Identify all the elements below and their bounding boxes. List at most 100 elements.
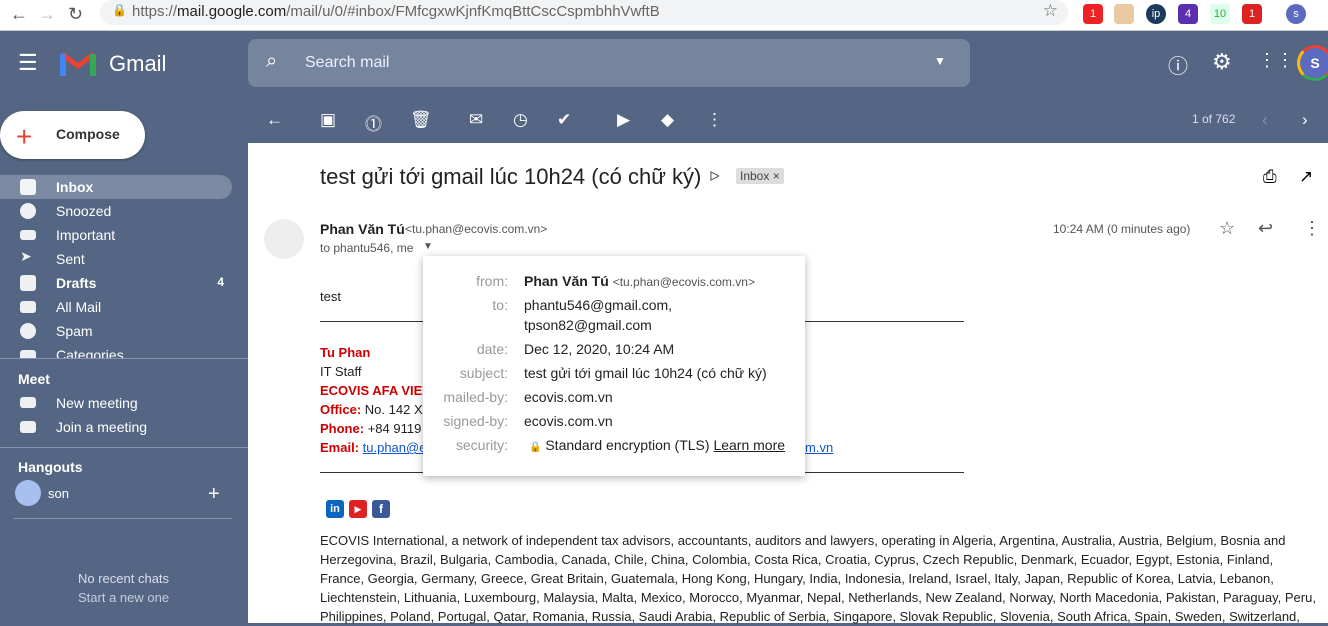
forward-icon[interactable]: →: [38, 4, 56, 25]
start-chat-link[interactable]: Start a new one: [78, 590, 169, 605]
add-task-icon[interactable]: ✔: [557, 110, 571, 130]
detail-mailed-by: ecovis.com.vn: [524, 389, 613, 405]
email-time: 10:24 AM (0 minutes ago): [1053, 222, 1191, 236]
extension-icon[interactable]: 4: [1178, 4, 1198, 24]
sidebar-item-snoozed[interactable]: Snoozed: [0, 199, 232, 223]
label-icon[interactable]: ◆: [661, 110, 674, 130]
sidebar-item-important[interactable]: Important: [0, 223, 232, 247]
gmail-logo[interactable]: [60, 50, 96, 76]
extension-icon[interactable]: [1114, 4, 1134, 24]
pager-text: 1 of 762: [1192, 112, 1236, 126]
email-footer-text: ECOVIS International, a network of indep…: [320, 533, 1316, 624]
mark-unread-icon[interactable]: ✉: [469, 110, 483, 130]
search-input[interactable]: ⌕ Search mail ▼: [248, 39, 970, 87]
back-icon[interactable]: ←: [10, 4, 28, 25]
sidebar-item-spam[interactable]: Spam: [0, 319, 232, 343]
star-icon[interactable]: ☆: [1219, 218, 1235, 239]
recipients-line: to phantu546, me: [320, 241, 414, 255]
account-avatar[interactable]: S: [1297, 45, 1328, 81]
detail-key: signed-by:: [443, 413, 508, 429]
url-path: /mail/u/0/#inbox/FMfcgxwKjnfKmqBttCscCsp…: [286, 3, 660, 20]
spam-icon: [20, 323, 36, 339]
newer-icon[interactable]: ‹: [1262, 110, 1268, 130]
extension-icon[interactable]: ip: [1146, 4, 1166, 24]
detail-key: from:: [476, 273, 508, 289]
detail-date: Dec 12, 2020, 10:24 AM: [524, 341, 675, 357]
linkedin-icon[interactable]: in: [326, 500, 344, 518]
label-icon: [20, 350, 36, 358]
ext-badge: 1: [1089, 8, 1097, 20]
extension-icon[interactable]: 1: [1083, 4, 1103, 24]
older-icon[interactable]: ›: [1302, 110, 1308, 130]
detail-key: security:: [455, 437, 508, 453]
sig-title: IT Staff: [320, 364, 362, 379]
divider: [0, 358, 248, 359]
search-placeholder: Search mail: [305, 54, 390, 71]
detail-key: mailed-by:: [443, 389, 508, 405]
ext-badge: 10: [1213, 8, 1227, 20]
facebook-icon[interactable]: f: [372, 500, 390, 518]
compose-button[interactable]: + Compose: [0, 111, 145, 159]
sidebar-item-label: Join a meeting: [56, 419, 148, 435]
profile-avatar[interactable]: s: [1286, 4, 1306, 24]
reload-icon[interactable]: ↻: [68, 4, 83, 25]
sidebar-item-categories[interactable]: Categories: [0, 343, 232, 358]
detail-to-1: phantu546@gmail.com,: [524, 297, 673, 313]
menu-icon[interactable]: ☰: [18, 50, 38, 76]
more-icon[interactable]: ⋮: [706, 110, 723, 130]
sidebar-item-label: Drafts: [56, 275, 97, 291]
sig-email-link[interactable]: tu.phan@e: [363, 440, 427, 455]
youtube-icon[interactable]: ▶: [349, 500, 367, 518]
browser-bar: ← → ↻ 🔒 https://mail.google.com/mail/u/0/…: [0, 0, 1328, 31]
sidebar-item-all-mail[interactable]: All Mail: [0, 295, 232, 319]
inbox-label-chip[interactable]: Inbox ×: [736, 168, 784, 184]
report-spam-icon[interactable]: ⓵: [365, 110, 382, 135]
detail-to-2: tpson82@gmail.com: [524, 317, 652, 333]
sig-company: ECOVIS AFA VIE: [320, 383, 423, 398]
show-details-icon[interactable]: ▼: [423, 241, 433, 252]
sidebar-item-sent[interactable]: ➤ Sent: [0, 247, 232, 271]
join-meeting-item[interactable]: Join a meeting: [0, 415, 232, 439]
sender-name: Phan Văn Tú: [320, 221, 405, 237]
hangouts-user[interactable]: son: [48, 486, 69, 501]
snooze-icon[interactable]: ◷: [513, 110, 528, 130]
open-new-window-icon[interactable]: ↗: [1299, 167, 1313, 187]
sidebar-item-label: New meeting: [56, 395, 138, 411]
mail-icon: [20, 301, 36, 313]
search-options-icon[interactable]: ▼: [934, 54, 946, 68]
importance-icon[interactable]: ᐅ: [709, 168, 720, 185]
help-icon[interactable]: ⓘ: [1168, 50, 1188, 79]
sig-website-link[interactable]: m.vn: [805, 440, 833, 455]
print-icon[interactable]: ⎙: [1263, 167, 1277, 187]
back-to-inbox-icon[interactable]: ←: [266, 110, 283, 130]
add-chat-icon[interactable]: +: [208, 483, 220, 506]
gear-icon[interactable]: ⚙: [1212, 49, 1232, 75]
email-body: test: [320, 289, 341, 304]
move-to-icon[interactable]: ▶: [617, 110, 630, 130]
learn-more-link[interactable]: Learn more: [713, 437, 785, 453]
extension-icon[interactable]: 1: [1242, 4, 1262, 24]
more-options-icon[interactable]: ⋮: [1303, 218, 1321, 239]
sender-avatar[interactable]: [264, 219, 304, 259]
keyboard-icon: [20, 421, 36, 433]
sidebar-item-label: Snoozed: [56, 203, 112, 219]
draft-icon: [20, 275, 36, 291]
url-bar[interactable]: 🔒 https://mail.google.com/mail/u/0/#inbox…: [100, 0, 1068, 25]
bookmark-star-icon[interactable]: ☆: [1043, 1, 1058, 21]
hangouts-avatar[interactable]: [15, 480, 41, 506]
new-meeting-item[interactable]: New meeting: [0, 391, 232, 415]
sender-email: <tu.phan@ecovis.com.vn>: [405, 222, 548, 236]
archive-icon[interactable]: ▣: [320, 110, 336, 130]
message-details-popup: from: Phan Văn Tú <tu.phan@ecovis.com.vn>…: [423, 256, 805, 476]
delete-icon[interactable]: 🗑: [410, 110, 432, 130]
sidebar-item-drafts[interactable]: Drafts 4: [0, 271, 232, 295]
sidebar-item-label: Categories: [56, 347, 124, 358]
extension-icon[interactable]: 10: [1210, 4, 1230, 24]
ext-badge: 1: [1248, 8, 1256, 20]
sig-office: No. 142 X: [364, 402, 423, 417]
detail-from-name: Phan Văn Tú: [524, 273, 609, 289]
reply-icon[interactable]: ↩: [1258, 218, 1273, 239]
divider: [14, 518, 232, 519]
sidebar-item-label: Important: [56, 227, 116, 243]
sidebar-item-inbox[interactable]: Inbox: [0, 175, 232, 199]
